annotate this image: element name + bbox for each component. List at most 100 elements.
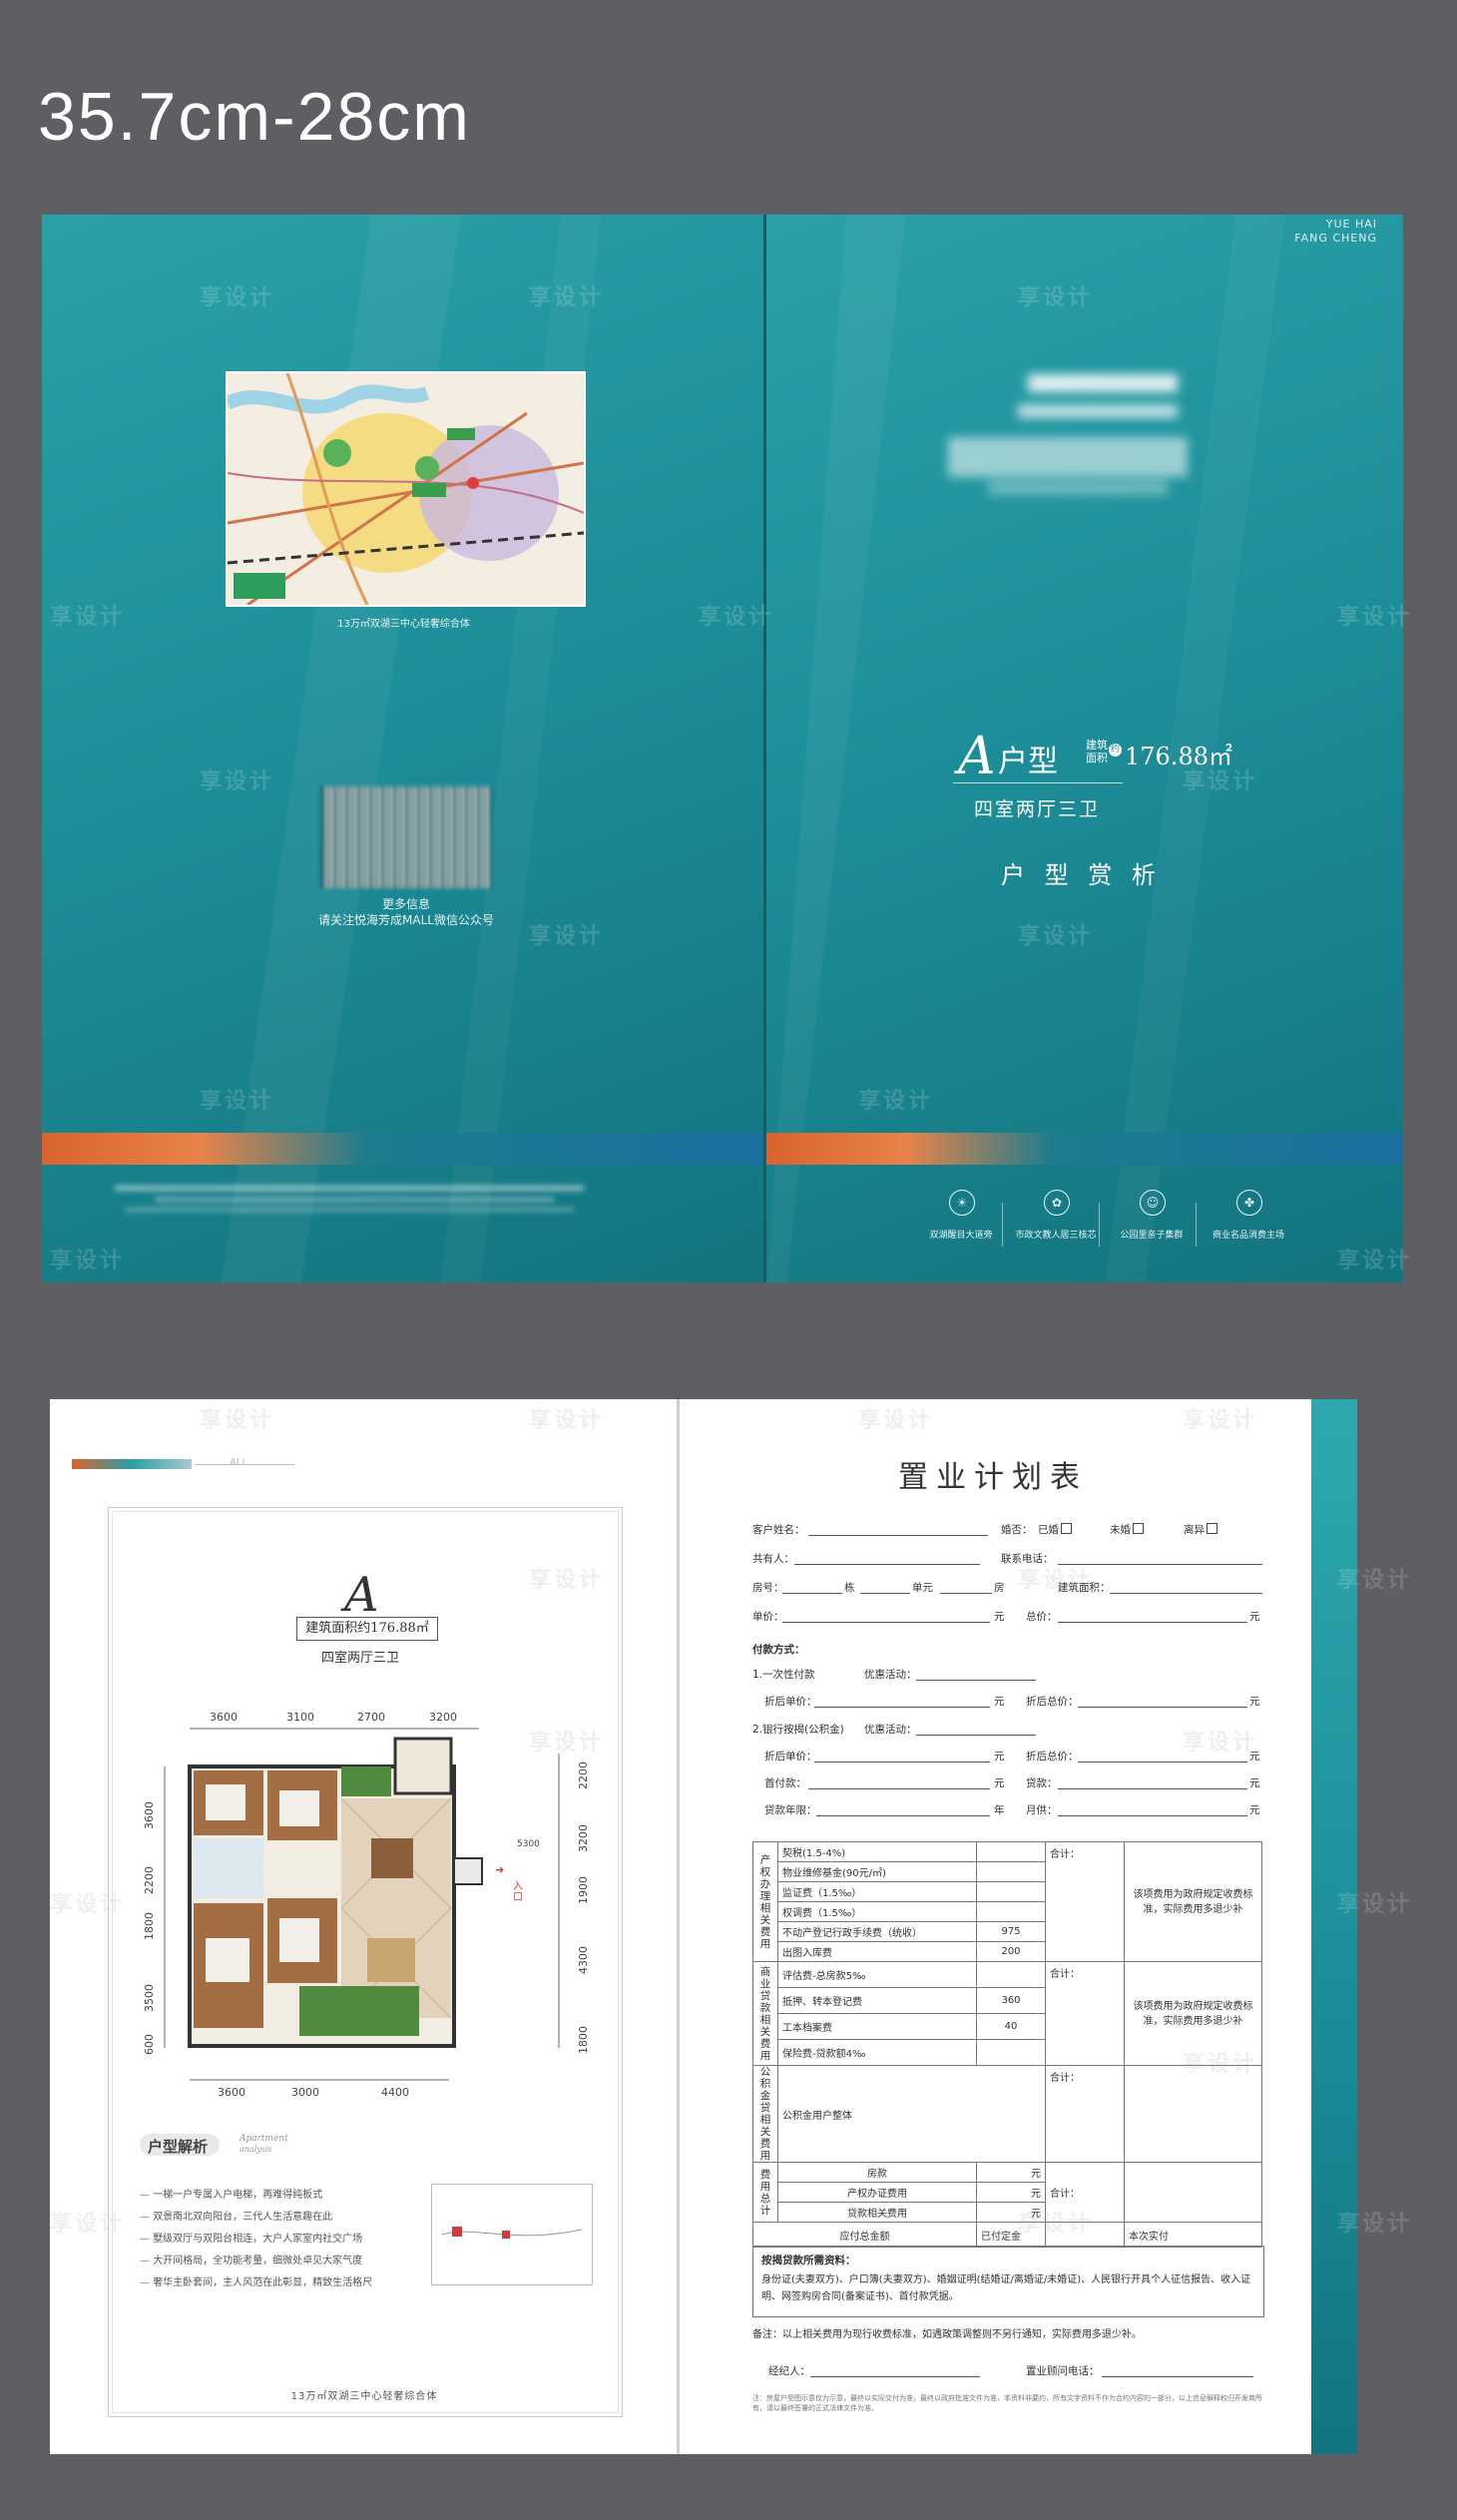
- unit-price-field[interactable]: [782, 1621, 990, 1623]
- dim-left: 2200: [143, 1866, 156, 1894]
- divorced-option[interactable]: 离异: [1184, 1522, 1217, 1537]
- fee-name: 保险费-贷款额4‰: [777, 2039, 977, 2066]
- room-label: 房: [994, 1582, 1005, 1594]
- inner-gutter: [677, 1399, 680, 2454]
- analysis-title: 户型解析: [148, 2138, 209, 2156]
- consultant-phone-field[interactable]: [1102, 2375, 1253, 2377]
- location-thumbnail: [431, 2184, 593, 2285]
- fee-value[interactable]: [976, 1841, 1046, 1862]
- loan-years-field[interactable]: [816, 1814, 990, 1816]
- total-price-field[interactable]: [1058, 1621, 1247, 1623]
- feature-label: 公园里亲子集群: [1120, 1231, 1184, 1241]
- total-cell: 合计：: [1045, 1841, 1125, 1962]
- loan-field[interactable]: [1058, 1787, 1247, 1789]
- docs-title: 按揭贷款所需资料：: [761, 2255, 856, 2267]
- room-no-label: 房号：: [752, 1582, 784, 1594]
- disc-unit-field[interactable]: [814, 1706, 990, 1708]
- floorplan-footer: 13万㎡双湖三中心轻奢综合体: [290, 2391, 438, 2402]
- consultant-phone-label: 置业顾问电话：: [1026, 2365, 1100, 2377]
- watermark: 享设计: [200, 285, 275, 310]
- dim-right: 2200: [577, 1762, 590, 1789]
- total-cell: 合计：: [1045, 2065, 1125, 2163]
- analysis-item: — 奢华主卧套间，主人风范在此彰显，精致生活格尺: [140, 2277, 373, 2288]
- unit-label: 单元: [912, 1582, 933, 1594]
- room-field[interactable]: [940, 1592, 992, 1594]
- entrance-arrow-icon: ➜: [495, 1863, 504, 1876]
- fee-value[interactable]: [976, 1961, 1046, 1988]
- promo-label: 优惠活动：: [864, 1669, 917, 1681]
- area-label-1: 建筑: [1086, 739, 1108, 752]
- table-row: 应付总金额 已付定金 本次实付: [752, 2222, 1262, 2248]
- watermark: 享设计: [858, 1408, 934, 1433]
- loan-label: 贷款：: [1026, 1777, 1058, 1789]
- agent-field[interactable]: [810, 2375, 980, 2377]
- watermark: 享设计: [200, 1089, 275, 1114]
- yuan-label: 元: [976, 2182, 1046, 2203]
- fee-value[interactable]: [976, 2039, 1046, 2066]
- floor-area-field[interactable]: [1110, 1592, 1262, 1594]
- map-caption: 13万㎡双湖三中心轻奢综合体: [337, 619, 470, 630]
- type-word: 户型: [998, 745, 1058, 779]
- watermark: 享设计: [1018, 2212, 1094, 2237]
- fee-value[interactable]: 360: [976, 1987, 1046, 2014]
- unit-price-label: 单价：: [752, 1611, 784, 1623]
- watermark: 享设计: [1183, 1408, 1258, 1433]
- watermark: 享设计: [200, 1408, 275, 1433]
- fee-value[interactable]: 975: [976, 1921, 1046, 1942]
- fee-value[interactable]: [976, 1901, 1046, 1922]
- co-owner-field[interactable]: [794, 1563, 980, 1565]
- unit-field[interactable]: [860, 1592, 910, 1594]
- analysis-list: — 一梯一户专属入户电梯，再难得纯板式 — 双景南北双向阳台，三代人生活意趣在此…: [140, 2186, 409, 2295]
- dim-bottom: 3600: [218, 2086, 245, 2099]
- area-about-badge: 约: [1109, 744, 1122, 756]
- family-icon: ☺: [1140, 1190, 1166, 1216]
- fee-name: 契税(1.5-4%): [777, 1841, 977, 1862]
- married-option[interactable]: 已婚: [1038, 1522, 1072, 1537]
- bullet-dash-icon: —: [140, 2256, 154, 2267]
- location-map: [226, 371, 586, 607]
- promo-label: 优惠活动：: [864, 1724, 917, 1736]
- monthly-field[interactable]: [1058, 1814, 1247, 1816]
- promo-field-2[interactable]: [916, 1734, 1036, 1736]
- group1-note: 该项费用为政府规定收费标准，实际费用多退少补: [1124, 1841, 1262, 1962]
- watermark: 享设计: [1018, 285, 1094, 310]
- promo-field[interactable]: [916, 1679, 1036, 1681]
- fee-name: 评估费-总房款5‰: [777, 1961, 977, 1988]
- dim-top: 3100: [286, 1711, 314, 1724]
- fee-value[interactable]: 200: [976, 1941, 1046, 1962]
- fee-blank[interactable]: [1124, 2162, 1262, 2223]
- yuan-label: 元: [1249, 1696, 1260, 1708]
- group4-title: 费用总计: [752, 2162, 778, 2223]
- analysis-item: — 大开间格局，全功能考量，细微处卓见大家气度: [140, 2256, 363, 2267]
- dim-top: 3600: [210, 1711, 238, 1724]
- cover-rooms: 四室两厅三卫: [974, 798, 1101, 820]
- disc-total-label: 折后总价：: [1026, 1696, 1079, 1708]
- table-row: 产权办理相关费用 契税(1.5-4%) 合计： 该项费用为政府规定收费标准，实际…: [752, 1841, 1262, 1962]
- feature-3: ☺ 公园里亲子集群: [1104, 1190, 1200, 1241]
- analysis-subtitle-2: analysis: [240, 2145, 272, 2154]
- disc-unit-field-2[interactable]: [814, 1761, 990, 1763]
- area-label: 建筑 面积: [1086, 739, 1108, 764]
- table-row: 公积金贷相关费用 公积金用户整体 合计：: [752, 2065, 1262, 2163]
- yuan-label: 元: [1249, 1777, 1260, 1789]
- qr-code[interactable]: [321, 786, 491, 888]
- loan-docs-box: 按揭贷款所需资料： 身份证(夫妻双方)、户口簿(夫妻双方)、婚姻证明(结婚证/离…: [752, 2246, 1264, 2317]
- pay1-label: 1.一次性付款: [752, 1669, 815, 1681]
- fee-name: 出图入库费: [777, 1941, 977, 1962]
- watermark: 享设计: [529, 1408, 605, 1433]
- building-field[interactable]: [782, 1592, 842, 1594]
- customer-name-field[interactable]: [808, 1534, 988, 1536]
- floorplan-color-bar: [72, 1459, 192, 1469]
- total-cell: 合计：: [1045, 1961, 1125, 2066]
- unmarried-option[interactable]: 未婚: [1110, 1522, 1144, 1537]
- feature-divider: [1196, 1203, 1197, 1247]
- disc-total-field[interactable]: [1078, 1706, 1247, 1708]
- down-payment-field[interactable]: [808, 1787, 990, 1789]
- fee-value[interactable]: [976, 1861, 1046, 1882]
- disc-total-field-2[interactable]: [1078, 1761, 1247, 1763]
- fee-blank[interactable]: [1124, 2065, 1262, 2163]
- fee-name: 不动产登记行政手续费（统收）: [777, 1921, 977, 1942]
- fee-value[interactable]: [976, 1881, 1046, 1902]
- yuan-label: 元: [994, 1696, 1005, 1708]
- fee-value[interactable]: 40: [976, 2013, 1046, 2040]
